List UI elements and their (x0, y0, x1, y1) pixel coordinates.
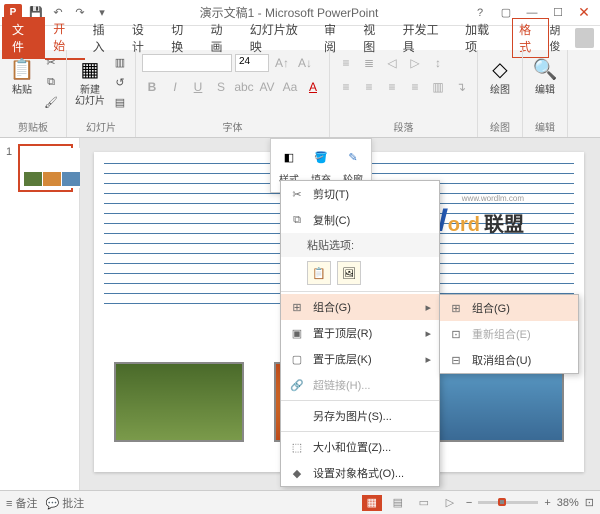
send-back-icon: ▢ (289, 351, 305, 367)
group-submenu: ⊞ 组合(G) ⊡ 重新组合(E) ⊟ 取消组合(U) (439, 294, 579, 374)
slide-thumbnail[interactable]: 1 (18, 144, 73, 192)
shrink-font-icon[interactable]: A↓ (295, 53, 315, 73)
style-icon: ◧ (277, 145, 301, 169)
new-slide-button[interactable]: ▦ 新建 幻灯片 (73, 53, 107, 109)
menu-format-object[interactable]: ◆ 设置对象格式(O)... (281, 460, 439, 486)
clipboard-icon: 📋 (8, 55, 36, 83)
align-right-icon[interactable]: ≡ (382, 77, 402, 97)
editing-button[interactable]: 🔍 编辑 (529, 53, 561, 98)
group-label-paragraph: 段落 (336, 119, 471, 134)
find-icon: 🔍 (531, 55, 559, 83)
bring-front-icon: ▣ (289, 325, 305, 341)
group-icon: ⊞ (289, 299, 305, 315)
menu-size-position[interactable]: ⬚ 大小和位置(Z)... (281, 434, 439, 460)
bullets-icon[interactable]: ≡ (336, 53, 356, 73)
normal-view-icon[interactable]: ▦ (362, 495, 382, 511)
menu-group[interactable]: ⊞ 组合(G) ▸ (281, 294, 439, 320)
spacing-icon[interactable]: AV (257, 77, 277, 97)
context-menu: ✂ 剪切(T) ⧉ 复制(C) 粘贴选项: 📋 🖼 ⊞ 组合(G) ▸ ▣ (280, 180, 440, 487)
section-icon[interactable]: ▤ (111, 93, 129, 111)
indent-right-icon[interactable]: ▷ (405, 53, 425, 73)
notes-button[interactable]: ≡ 备注 (6, 495, 37, 511)
line-spacing-icon[interactable]: ↕ (428, 53, 448, 73)
layout-icon[interactable]: ▥ (111, 53, 129, 71)
align-center-icon[interactable]: ≡ (359, 77, 379, 97)
shadow-icon[interactable]: abc (234, 77, 254, 97)
reading-view-icon[interactable]: ▭ (414, 495, 434, 511)
slide-image[interactable] (114, 362, 244, 442)
submenu-regroup: ⊡ 重新组合(E) (440, 321, 578, 347)
cut-icon[interactable]: ✂ (42, 53, 60, 71)
group-label-slides: 幻灯片 (73, 119, 129, 134)
group-label-drawing: 绘图 (484, 119, 516, 134)
strikethrough-icon[interactable]: S (211, 77, 231, 97)
paste-picture[interactable]: 🖼 (337, 261, 361, 285)
grow-font-icon[interactable]: A↑ (272, 53, 292, 73)
group-label-editing: 编辑 (529, 119, 561, 134)
zoom-slider[interactable] (478, 501, 538, 504)
bold-icon[interactable]: B (142, 77, 162, 97)
slide-number: 1 (6, 146, 12, 158)
slideshow-view-icon[interactable]: ▷ (440, 495, 460, 511)
menu-bring-front[interactable]: ▣ 置于顶层(R) ▸ (281, 320, 439, 346)
mini-img (62, 172, 80, 186)
zoom-out-icon[interactable]: − (466, 497, 472, 509)
close-icon[interactable]: ✕ (572, 3, 596, 23)
font-size-select[interactable]: 24 (235, 54, 269, 72)
zoom-level[interactable]: 38% (557, 497, 579, 509)
copy-icon[interactable]: ⧉ (42, 73, 60, 91)
italic-icon[interactable]: I (165, 77, 185, 97)
paste-keep-formatting[interactable]: 📋 (307, 261, 331, 285)
numbering-icon[interactable]: ≣ (359, 53, 379, 73)
outline-icon: ✎ (341, 145, 365, 169)
case-icon[interactable]: Aa (280, 77, 300, 97)
maximize-icon[interactable]: ☐ (546, 3, 570, 23)
avatar[interactable] (575, 28, 594, 48)
menu-copy[interactable]: ⧉ 复制(C) (281, 207, 439, 233)
group-label-font: 字体 (142, 119, 323, 134)
ungroup-icon: ⊟ (448, 352, 464, 368)
sorter-view-icon[interactable]: ▤ (388, 495, 408, 511)
submenu-ungroup[interactable]: ⊟ 取消组合(U) (440, 347, 578, 373)
menu-paste-header: 粘贴选项: (281, 233, 439, 257)
font-family-select[interactable] (142, 54, 232, 72)
format-painter-icon[interactable]: 🖌 (42, 93, 60, 111)
reset-icon[interactable]: ↺ (111, 73, 129, 91)
zoom-in-icon[interactable]: + (544, 497, 550, 509)
drawing-button[interactable]: ◇ 绘图 (484, 53, 516, 98)
font-color-icon[interactable]: A (303, 77, 323, 97)
group-icon: ⊞ (448, 300, 464, 316)
menu-cut[interactable]: ✂ 剪切(T) (281, 181, 439, 207)
regroup-icon: ⊡ (448, 326, 464, 342)
mini-img (43, 172, 61, 186)
comments-button[interactable]: 💬 批注 (45, 495, 84, 511)
size-icon: ⬚ (289, 439, 305, 455)
new-slide-icon: ▦ (76, 55, 104, 83)
indent-left-icon[interactable]: ◁ (382, 53, 402, 73)
slide-image[interactable] (434, 362, 564, 442)
text-direction-icon[interactable]: ↴ (451, 77, 471, 97)
fit-window-icon[interactable]: ⊡ (585, 496, 594, 509)
format-icon: ◆ (289, 465, 305, 481)
fill-icon: 🪣 (309, 145, 333, 169)
justify-icon[interactable]: ≡ (405, 77, 425, 97)
menu-hyperlink: 🔗 超链接(H)... (281, 372, 439, 398)
copy-icon: ⧉ (289, 212, 305, 228)
menu-save-as-pic[interactable]: 另存为图片(S)... (281, 403, 439, 429)
link-icon: 🔗 (289, 377, 305, 393)
shapes-icon: ◇ (486, 55, 514, 83)
paste-button[interactable]: 📋 粘贴 (6, 53, 38, 98)
submenu-arrow-icon: ▸ (425, 301, 431, 314)
columns-icon[interactable]: ▥ (428, 77, 448, 97)
mini-img (24, 172, 42, 186)
menu-send-back[interactable]: ▢ 置于底层(K) ▸ (281, 346, 439, 372)
submenu-arrow-icon: ▸ (425, 353, 431, 366)
submenu-arrow-icon: ▸ (425, 327, 431, 340)
align-left-icon[interactable]: ≡ (336, 77, 356, 97)
underline-icon[interactable]: U (188, 77, 208, 97)
group-label-clipboard: 剪贴板 (6, 119, 60, 134)
submenu-group[interactable]: ⊞ 组合(G) (440, 295, 578, 321)
cut-icon: ✂ (289, 186, 305, 202)
